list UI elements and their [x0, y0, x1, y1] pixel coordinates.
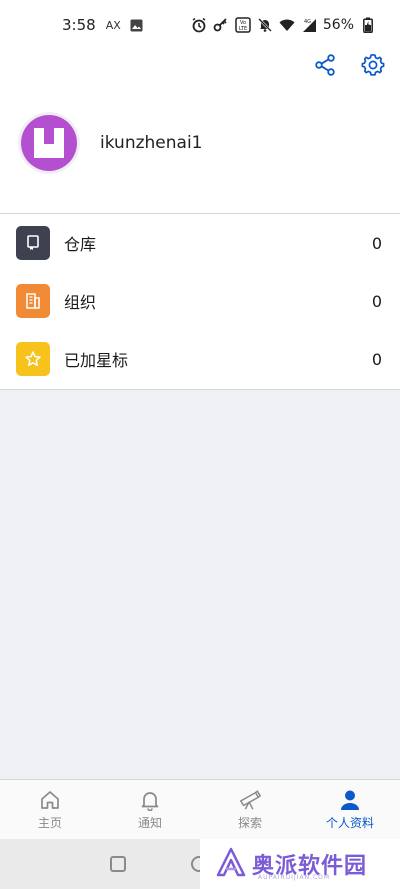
tab-label: 个人资料 [325, 816, 374, 830]
status-bar: 3:58 AX Vo LTE 4G 56% [0, 0, 400, 50]
tab-home[interactable]: 主页 [0, 780, 100, 839]
svg-text:LTE: LTE [239, 26, 247, 32]
bottom-tab-bar: 主页 通知 探索 个人资料 [0, 779, 400, 839]
header-actions [312, 52, 386, 78]
svg-text:4G: 4G [304, 19, 311, 25]
telescope-icon [238, 788, 262, 812]
menu-item-starred[interactable]: 已加星标 0 [0, 330, 400, 388]
tab-explore[interactable]: 探索 [200, 780, 300, 839]
tab-label: 探索 [237, 816, 262, 830]
share-icon [315, 54, 335, 76]
organization-icon [16, 284, 50, 318]
signal-4g-icon: 4G [301, 17, 317, 33]
bell-icon [138, 788, 162, 812]
profile-header[interactable]: ikunzhenai1 [18, 112, 202, 174]
menu-count: 0 [371, 233, 382, 253]
notifications-off-icon [257, 17, 273, 33]
username: ikunzhenai1 [100, 133, 203, 153]
status-right-group: Vo LTE 4G 56% [191, 17, 376, 33]
watermark-subtext: AUPAIRUIJIAN.COM [258, 874, 331, 881]
settings-button[interactable] [360, 52, 386, 78]
star-icon [16, 342, 50, 376]
status-time: 3:58 [62, 16, 96, 34]
menu-item-organizations[interactable]: 组织 0 [0, 272, 400, 330]
image-icon [129, 17, 145, 33]
wifi-icon [279, 17, 295, 33]
menu-count: 0 [371, 291, 382, 311]
gear-icon [361, 53, 385, 76]
menu-label: 组织 [64, 293, 97, 312]
person-icon [338, 788, 362, 812]
menu-item-repositories[interactable]: 仓库 0 [0, 214, 400, 272]
tab-label: 主页 [37, 816, 62, 830]
avatar-image [21, 115, 77, 171]
share-button[interactable] [312, 52, 338, 78]
watermark-logo-icon [216, 847, 246, 881]
tab-notifications[interactable]: 通知 [100, 780, 200, 839]
menu-count: 0 [371, 349, 382, 369]
battery-percentage: 56% [322, 17, 354, 33]
tab-profile[interactable]: 个人资料 [300, 780, 400, 839]
avatar[interactable] [18, 112, 80, 174]
recent-apps-button[interactable] [110, 856, 126, 872]
alarm-icon [191, 17, 207, 33]
status-ax-label: AX [105, 18, 121, 32]
watermark: 奥派软件园 AUPAIRUIJIAN.COM [200, 839, 400, 889]
key-icon [213, 17, 229, 33]
volte-icon: Vo LTE [235, 17, 251, 33]
menu-label: 已加星标 [64, 351, 129, 370]
content-empty-area [0, 390, 400, 779]
repo-icon [16, 226, 50, 260]
battery-charging-icon [360, 17, 376, 33]
home-icon [38, 788, 62, 812]
tab-label: 通知 [137, 816, 162, 830]
menu-label: 仓库 [64, 235, 97, 254]
profile-menu: 仓库 0 组织 0 已加星标 0 [0, 214, 400, 388]
